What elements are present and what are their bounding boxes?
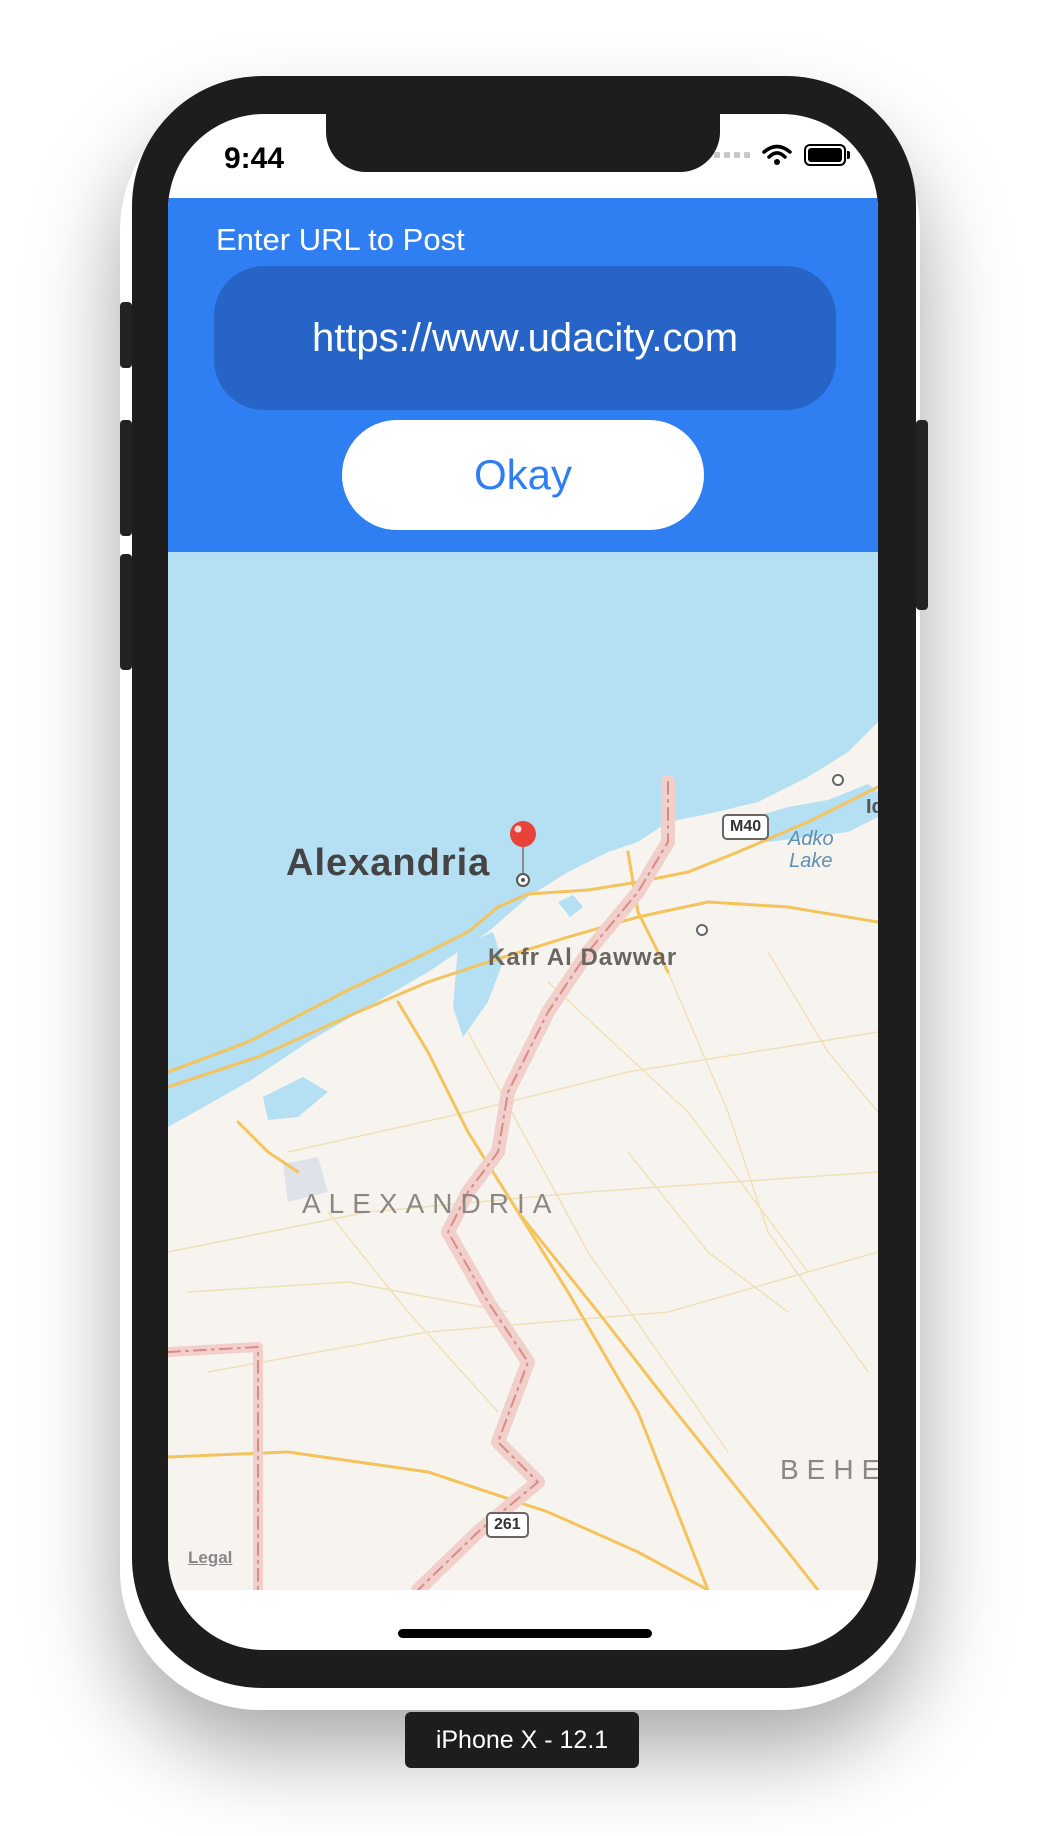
post-url-panel: Enter URL to Post Okay	[168, 198, 878, 552]
url-input[interactable]	[214, 266, 836, 410]
legal-link[interactable]: Legal	[188, 1548, 232, 1568]
map-label-edge: Id	[866, 796, 878, 818]
volume-down-button	[120, 554, 132, 670]
road-shield-261: 261	[486, 1512, 529, 1538]
device-caption: iPhone X - 12.1	[405, 1712, 639, 1768]
map-label-adko-lake: Adko Lake	[788, 828, 834, 872]
home-indicator[interactable]	[398, 1629, 652, 1638]
map-view[interactable]: Alexandria Kafr Al Dawwar ALEXANDRIA BEH…	[168, 552, 878, 1590]
status-time: 9:44	[224, 142, 285, 175]
url-label: Enter URL to Post	[216, 222, 465, 257]
phone-screen: 9:44 Enter URL to Post Okay	[168, 114, 878, 1650]
map-label-alexandria-region: ALEXANDRIA	[302, 1188, 560, 1219]
battery-icon	[804, 144, 850, 166]
cellular-signal-icon	[714, 152, 750, 158]
volume-up-button	[120, 420, 132, 536]
road-shield-m40: M40	[722, 814, 770, 840]
map-label-alexandria-city: Alexandria	[286, 842, 491, 884]
status-icons	[714, 144, 850, 166]
power-button	[916, 420, 928, 610]
notch	[326, 114, 720, 172]
mute-switch	[120, 302, 132, 368]
map-canvas	[168, 552, 878, 1590]
map-label-kafr-al-dawwar: Kafr Al Dawwar	[488, 944, 678, 971]
map-label-beheira-region: BEHE	[780, 1454, 878, 1485]
wifi-icon	[762, 144, 792, 165]
okay-button[interactable]: Okay	[342, 420, 704, 530]
